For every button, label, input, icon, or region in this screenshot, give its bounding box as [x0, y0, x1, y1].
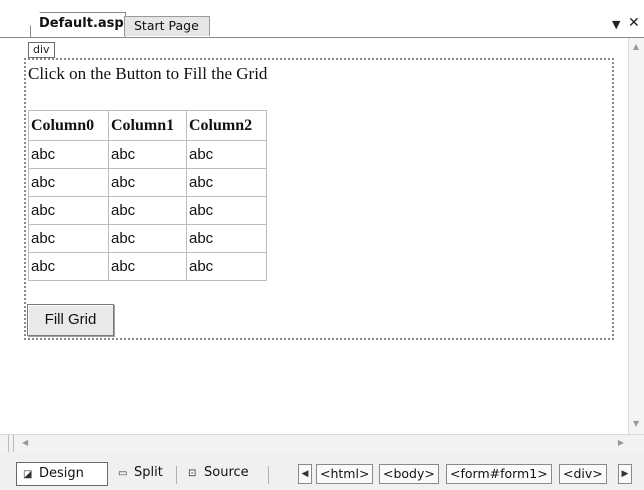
- grid-cell: abc: [108, 252, 187, 281]
- view-switcher-bar: ◪ Design ▭ Split ⊡ Source ◀ <html> <body> <…: [0, 452, 644, 490]
- split-view-label: Split: [134, 465, 163, 480]
- grid-cell: abc: [186, 196, 267, 225]
- grid-cell: abc: [108, 196, 187, 225]
- breadcrumb-html[interactable]: <html>: [316, 464, 374, 484]
- breadcrumb-scroll-left-icon[interactable]: ◀: [298, 464, 312, 484]
- grid-row: abc abc abc: [28, 252, 267, 281]
- grid-cell: abc: [28, 140, 109, 169]
- split-view-button[interactable]: ▭ Split: [112, 462, 174, 486]
- horizontal-scrollbar[interactable]: ◀ ▶: [0, 434, 644, 453]
- grid-cell: abc: [28, 168, 109, 197]
- grid-row: abc abc abc: [28, 168, 267, 197]
- close-document-icon[interactable]: ✕: [628, 15, 640, 31]
- source-view-label: Source: [204, 465, 249, 480]
- grid-view[interactable]: Column0 Column1 Column2 abc abc abc abc …: [28, 110, 267, 281]
- grid-header-cell: Column2: [186, 110, 267, 141]
- grid-cell: abc: [28, 196, 109, 225]
- breadcrumb-scroll-right-icon[interactable]: ▶: [618, 464, 632, 484]
- splitter-grip[interactable]: [8, 435, 14, 453]
- breadcrumb-body[interactable]: <body>: [379, 464, 439, 484]
- source-view-icon: ⊡: [188, 468, 197, 479]
- document-tab-strip: Default.aspx Start Page ▼ ✕: [0, 0, 644, 38]
- breadcrumb-form[interactable]: <form#form1>: [446, 464, 552, 484]
- design-view-icon: ◪: [23, 469, 33, 480]
- grid-cell: abc: [186, 168, 267, 197]
- grid-header-cell: Column1: [108, 110, 187, 141]
- grid-cell: abc: [108, 224, 187, 253]
- window-list-dropdown-icon[interactable]: ▼: [612, 18, 620, 31]
- grid-row: abc abc abc: [28, 196, 267, 225]
- grid-cell: abc: [186, 252, 267, 281]
- grid-cell: abc: [186, 224, 267, 253]
- div-element-tag[interactable]: div: [28, 42, 55, 58]
- grid-row: abc abc abc: [28, 140, 267, 169]
- tab-start-page[interactable]: Start Page: [124, 16, 210, 36]
- view-separator: [268, 466, 269, 484]
- design-view-button[interactable]: ◪ Design: [16, 462, 108, 486]
- vertical-scrollbar[interactable]: ▲ ▼: [628, 38, 644, 434]
- source-view-button[interactable]: ⊡ Source: [182, 462, 264, 486]
- grid-row: abc abc abc: [28, 224, 267, 253]
- design-view-label: Design: [39, 466, 84, 481]
- grid-cell: abc: [108, 168, 187, 197]
- scroll-right-icon[interactable]: ▶: [618, 438, 624, 447]
- scroll-left-icon[interactable]: ◀: [22, 438, 28, 447]
- view-separator: [176, 466, 177, 484]
- grid-header-cell: Column0: [28, 110, 109, 141]
- scroll-down-icon[interactable]: ▼: [633, 419, 639, 428]
- scroll-up-icon[interactable]: ▲: [633, 42, 639, 51]
- split-view-icon: ▭: [118, 468, 128, 479]
- tab-default-aspx[interactable]: Default.aspx: [30, 12, 126, 38]
- grid-cell: abc: [28, 252, 109, 281]
- fill-grid-button[interactable]: Fill Grid: [27, 304, 114, 336]
- grid-cell: abc: [186, 140, 267, 169]
- intro-text: Click on the Button to Fill the Grid: [28, 64, 268, 83]
- grid-header-row: Column0 Column1 Column2: [28, 110, 267, 141]
- breadcrumb-div[interactable]: <div>: [559, 464, 607, 484]
- grid-cell: abc: [28, 224, 109, 253]
- grid-cell: abc: [108, 140, 187, 169]
